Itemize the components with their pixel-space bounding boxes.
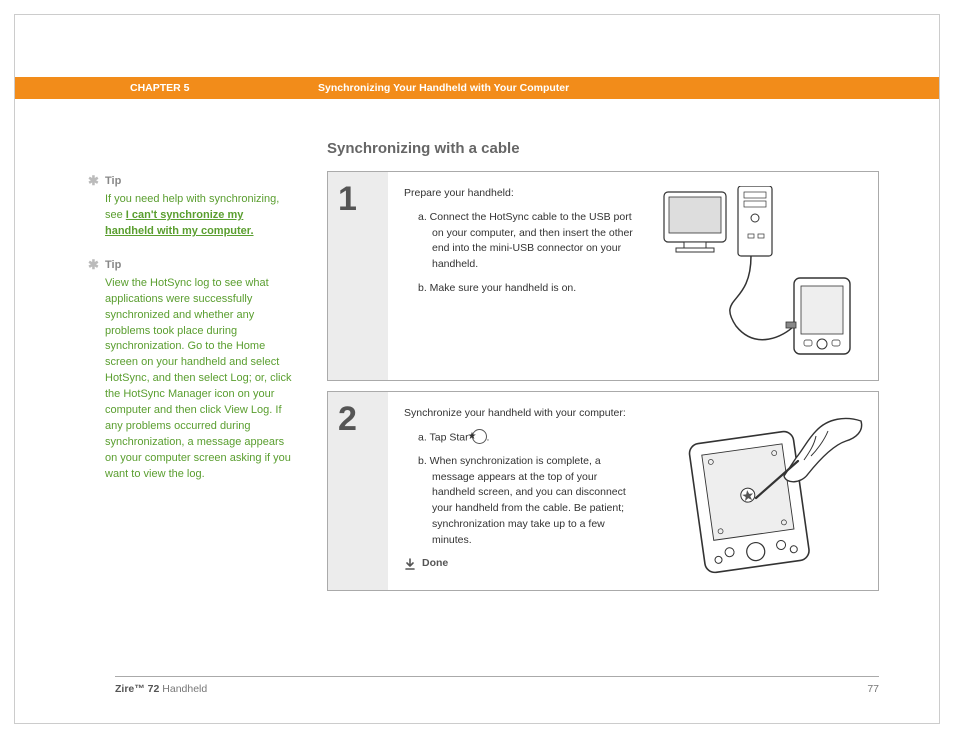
tips-sidebar: ✱ Tip If you need help with synchronizin… <box>105 140 295 653</box>
page-footer: Zire™ 72 Handheld 77 <box>115 676 879 695</box>
page: CHAPTER 5 Synchronizing Your Handheld wi… <box>14 14 940 724</box>
chapter-label: CHAPTER 5 <box>130 82 318 94</box>
handheld-stylus-illustration-icon <box>656 406 866 576</box>
chapter-header-bar: CHAPTER 5 Synchronizing Your Handheld wi… <box>15 77 939 99</box>
tip-body: View the HotSync log to see what applica… <box>105 276 295 483</box>
footer-product-bold: Zire™ 72 <box>115 683 159 695</box>
step-text: Synchronize your handheld with your comp… <box>404 406 642 576</box>
step-item-suffix: . <box>487 431 490 443</box>
step-text: Prepare your handheld: a. Connect the Ho… <box>404 186 642 366</box>
tip-label: Tip <box>105 174 121 190</box>
step-item: b. When synchronization is complete, a m… <box>418 454 642 549</box>
section-title: Synchronizing with a cable <box>327 140 879 157</box>
step-box-2: 2 Synchronize your handheld with your co… <box>327 391 879 591</box>
footer-page-number: 77 <box>867 683 879 695</box>
done-row: Done <box>404 556 642 572</box>
step-list: a. Connect the HotSync cable to the USB … <box>404 210 642 297</box>
asterisk-icon: ✱ <box>88 258 99 271</box>
chapter-title: Synchronizing Your Handheld with Your Co… <box>318 82 569 94</box>
step-item: b. Make sure your handheld is on. <box>418 281 642 297</box>
asterisk-icon: ✱ <box>88 174 99 187</box>
step-body: Prepare your handheld: a. Connect the Ho… <box>388 172 878 380</box>
step-item: a. Connect the HotSync cable to the USB … <box>418 210 642 273</box>
tip-label: Tip <box>105 258 121 274</box>
star-icon: ★ <box>472 429 487 444</box>
footer-product-rest: Handheld <box>159 683 207 695</box>
step-intro: Prepare your handheld: <box>404 186 642 202</box>
arrow-down-icon <box>404 558 416 570</box>
tip-block: ✱ Tip If you need help with synchronizin… <box>105 174 295 240</box>
tip-block: ✱ Tip View the HotSync log to see what a… <box>105 258 295 483</box>
step-illustration <box>656 186 866 366</box>
step-intro: Synchronize your handheld with your comp… <box>404 406 642 422</box>
footer-product: Zire™ 72 Handheld <box>115 683 207 695</box>
main-column: Synchronizing with a cable 1 Prepare you… <box>327 140 879 653</box>
step-box-1: 1 Prepare your handheld: a. Connect the … <box>327 171 879 381</box>
content-area: ✱ Tip If you need help with synchronizin… <box>105 140 879 653</box>
step-list: a. Tap Star ★. b. When synchronization i… <box>404 430 642 549</box>
step-number: 1 <box>328 172 388 380</box>
step-body: Synchronize your handheld with your comp… <box>388 392 878 590</box>
tip-heading: ✱ Tip <box>105 174 295 190</box>
tip-body: If you need help with synchronizing, see… <box>105 192 295 240</box>
computer-handheld-illustration-icon <box>656 186 866 366</box>
step-illustration <box>656 406 866 576</box>
tip-heading: ✱ Tip <box>105 258 295 274</box>
step-item-prefix: a. Tap Star <box>418 431 472 443</box>
step-item: a. Tap Star ★. <box>418 430 642 446</box>
done-label: Done <box>422 556 448 572</box>
step-number: 2 <box>328 392 388 590</box>
tip-link[interactable]: I can't synchronize my handheld with my … <box>105 209 254 237</box>
